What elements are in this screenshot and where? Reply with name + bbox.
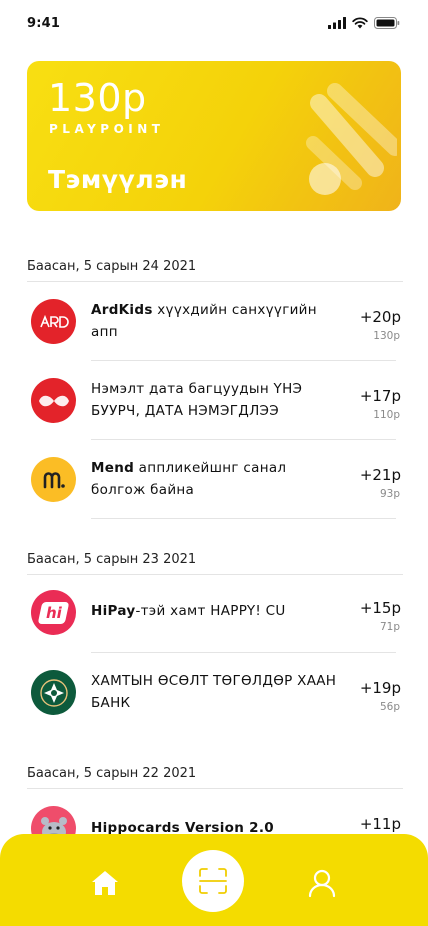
item-total: 93р: [379, 488, 400, 500]
item-points: +20р: [359, 308, 401, 326]
ardkids-logo-icon: [31, 299, 76, 344]
profile-icon: [308, 869, 336, 898]
nav-scan-button[interactable]: [182, 850, 244, 912]
list-item[interactable]: hi HiPay-тэй хамт HAPPY! CU +15р 71р: [0, 575, 428, 654]
nav-profile-button[interactable]: [304, 866, 340, 900]
item-total: 71р: [379, 621, 400, 633]
item-points: +17р: [359, 387, 401, 405]
item-total: 110р: [373, 409, 400, 421]
unitel-logo-icon: [31, 378, 76, 423]
signal-icon: [328, 17, 346, 29]
user-name: Тэмүүлэн: [48, 165, 188, 194]
home-icon: [92, 871, 118, 895]
list-item[interactable]: ArdKids хүүхдийн санхүүгийн апп +20р 130…: [0, 282, 428, 361]
item-total: 130р: [373, 330, 400, 342]
khan-bank-logo-icon: [31, 670, 76, 715]
date-header: Баасан, 5 сарын 23 2021: [27, 533, 403, 575]
item-points: +15р: [359, 599, 401, 617]
divider: [91, 518, 396, 519]
date-header: Баасан, 5 сарын 22 2021: [27, 747, 403, 789]
date-header: Баасан, 5 сарын 24 2021: [27, 240, 403, 282]
item-title: Нэмэлт дата багцуудын ҮНЭ БУУРЧ, ДАТА НЭ…: [91, 381, 303, 419]
wifi-icon: [352, 17, 368, 29]
item-title: ArdKids хүүхдийн санхүүгийн апп: [91, 302, 317, 340]
status-bar: 9:41: [0, 0, 428, 46]
status-time: 9:41: [27, 16, 61, 31]
item-points: +21р: [359, 466, 401, 484]
screen: 9:41 130р PLAYPOINT Тэмүүлэн Баасан, 5 с…: [0, 0, 428, 926]
playpoint-logo-icon: [306, 83, 397, 195]
points-card[interactable]: 130р PLAYPOINT Тэмүүлэн: [27, 61, 401, 211]
list-item[interactable]: ХАМТЫН ӨСӨЛТ ТӨГӨЛДӨР ХААН БАНК +19р 56р: [0, 653, 428, 732]
points-amount: 130р: [48, 76, 147, 120]
item-title: Mend аппликейшнг санал болгож байна: [91, 460, 287, 498]
mend-logo-icon: [31, 457, 76, 502]
battery-icon: [374, 17, 400, 29]
item-total: 56р: [379, 701, 400, 713]
scan-icon: [199, 868, 227, 894]
item-title: ХАМТЫН ӨСӨЛТ ТӨГӨЛДӨР ХААН БАНК: [91, 673, 337, 711]
nav-home-button[interactable]: [87, 866, 123, 900]
bottom-nav: [0, 834, 428, 926]
points-caption: PLAYPOINT: [49, 122, 165, 136]
hipay-logo-icon: hi: [31, 590, 76, 635]
item-points: +11р: [359, 815, 401, 833]
status-icons: [328, 16, 400, 30]
item-title: HiPay-тэй хамт HAPPY! CU: [91, 603, 286, 619]
list-item[interactable]: Mend аппликейшнг санал болгож байна +21р…: [0, 440, 428, 519]
list-item[interactable]: Нэмэлт дата багцуудын ҮНЭ БУУРЧ, ДАТА НЭ…: [0, 361, 428, 440]
item-points: +19р: [359, 679, 401, 697]
